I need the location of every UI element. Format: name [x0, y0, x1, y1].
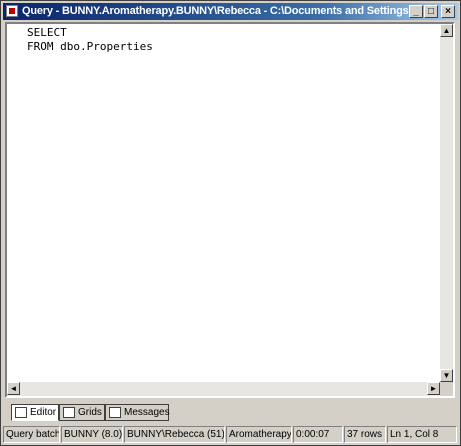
tab-editor[interactable]: Editor: [11, 404, 59, 421]
tab-editor-label: Editor: [30, 407, 57, 418]
maximize-button[interactable]: □: [424, 5, 438, 18]
query-editor[interactable]: SELECT FROM dbo.Properties ▲ ▼ ◄ ►: [5, 22, 455, 398]
messages-tab-icon: [109, 407, 121, 418]
status-position: Ln 1, Col 8: [387, 426, 457, 443]
status-elapsed: 0:00:07: [293, 426, 343, 443]
tab-grids[interactable]: Grids: [59, 404, 105, 421]
grid-tab-icon: [63, 407, 75, 418]
scroll-down-button[interactable]: ▼: [440, 369, 453, 382]
tab-messages-label: Messages: [124, 407, 170, 418]
status-server: BUNNY (8.0): [61, 426, 123, 443]
sql-line: FROM dbo.Properties: [27, 40, 153, 53]
minimize-button[interactable]: _: [409, 5, 423, 18]
status-bar: Query batch BUNNY (8.0) BUNNY\Rebecca (5…: [3, 426, 458, 443]
query-window: Query - BUNNY.Aromatherapy.BUNNY\Rebecca…: [0, 0, 461, 446]
status-rows: 37 rows: [344, 426, 386, 443]
editor-tab-icon: [15, 407, 27, 418]
scrollbar-corner: [440, 382, 453, 396]
sql-line: SELECT: [27, 26, 67, 39]
query-window-icon: [6, 5, 18, 17]
status-user: BUNNY\Rebecca (51): [124, 426, 225, 443]
status-database: Aromatherapy: [226, 426, 292, 443]
scroll-up-button[interactable]: ▲: [440, 24, 453, 37]
horizontal-scrollbar[interactable]: ◄ ►: [7, 382, 440, 396]
tab-messages[interactable]: Messages: [105, 404, 170, 421]
window-title: Query - BUNNY.Aromatherapy.BUNNY\Rebecca…: [22, 5, 418, 17]
vertical-scrollbar[interactable]: ▲ ▼: [440, 24, 453, 382]
close-button[interactable]: ×: [441, 5, 455, 18]
status-mode: Query batch: [3, 426, 60, 443]
scroll-right-button[interactable]: ►: [427, 382, 440, 395]
title-bar[interactable]: Query - BUNNY.Aromatherapy.BUNNY\Rebecca…: [3, 3, 458, 20]
sql-text[interactable]: SELECT FROM dbo.Properties: [27, 26, 153, 54]
scroll-left-button[interactable]: ◄: [7, 382, 20, 395]
tab-grids-label: Grids: [78, 407, 102, 418]
